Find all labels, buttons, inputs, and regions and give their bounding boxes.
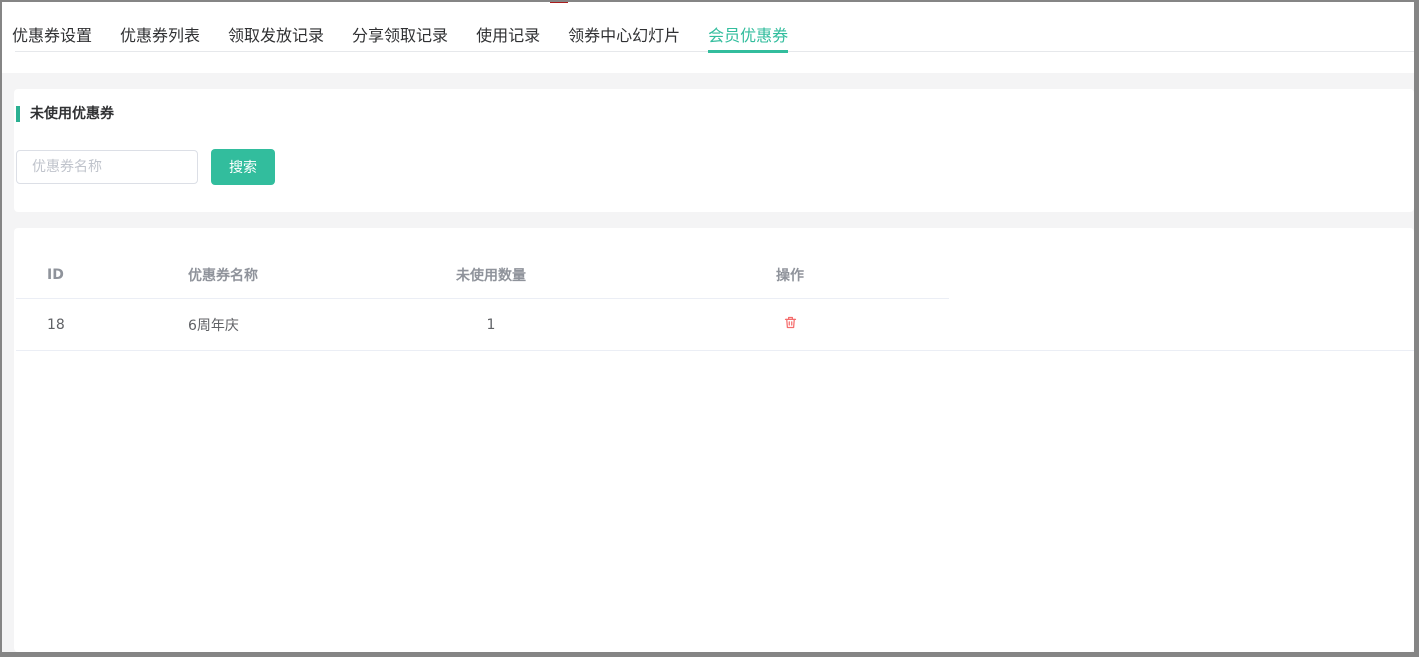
header-unused-count: 未使用数量 (351, 265, 631, 285)
trash-icon (783, 315, 798, 330)
tab-bar: 优惠券设置 优惠券列表 领取发放记录 分享领取记录 使用记录 领券中心幻灯片 会… (2, 2, 1414, 73)
section-header: 未使用优惠券 (16, 106, 114, 122)
active-tab-underline (708, 50, 788, 53)
tab-share-claim-records[interactable]: 分享领取记录 (352, 2, 448, 53)
tab-coupon-settings[interactable]: 优惠券设置 (12, 2, 92, 53)
top-edge-red-fragment (550, 0, 568, 3)
header-actions: 操作 (631, 265, 949, 285)
coupon-name-input[interactable] (16, 150, 198, 184)
tab-coupon-center-slides[interactable]: 领券中心幻灯片 (568, 2, 680, 53)
table-bottom-border (16, 350, 1414, 351)
cell-unused-count: 1 (351, 317, 631, 333)
tabs: 优惠券设置 优惠券列表 领取发放记录 分享领取记录 使用记录 领券中心幻灯片 会… (12, 2, 816, 53)
header-id: ID (16, 267, 141, 283)
coupons-table: ID 优惠券名称 未使用数量 操作 18 6周年庆 1 (16, 252, 1414, 351)
section-accent-bar (16, 106, 20, 122)
delete-button[interactable] (783, 315, 798, 330)
tab-coupon-list[interactable]: 优惠券列表 (120, 2, 200, 53)
table-panel: ID 优惠券名称 未使用数量 操作 18 6周年庆 1 (14, 228, 1414, 652)
search-panel: 未使用优惠券 搜索 (14, 89, 1414, 212)
search-row: 搜索 (16, 149, 275, 185)
tab-member-coupons-label: 会员优惠券 (708, 26, 788, 45)
table-row: 18 6周年庆 1 (16, 299, 1414, 350)
cell-actions (631, 315, 949, 334)
coupon-admin-page: 优惠券设置 优惠券列表 领取发放记录 分享领取记录 使用记录 领券中心幻灯片 会… (0, 0, 1419, 657)
cell-id: 18 (16, 317, 141, 333)
header-coupon-name: 优惠券名称 (141, 265, 351, 285)
tab-claim-issue-records[interactable]: 领取发放记录 (228, 2, 324, 53)
tab-member-coupons[interactable]: 会员优惠券 (708, 2, 788, 53)
search-button[interactable]: 搜索 (211, 149, 275, 185)
cell-coupon-name: 6周年庆 (141, 315, 351, 335)
section-title: 未使用优惠券 (30, 106, 114, 122)
top-edge-fragment (225, 0, 265, 2)
tab-usage-records[interactable]: 使用记录 (476, 2, 540, 53)
table-header-row: ID 优惠券名称 未使用数量 操作 (16, 252, 949, 299)
